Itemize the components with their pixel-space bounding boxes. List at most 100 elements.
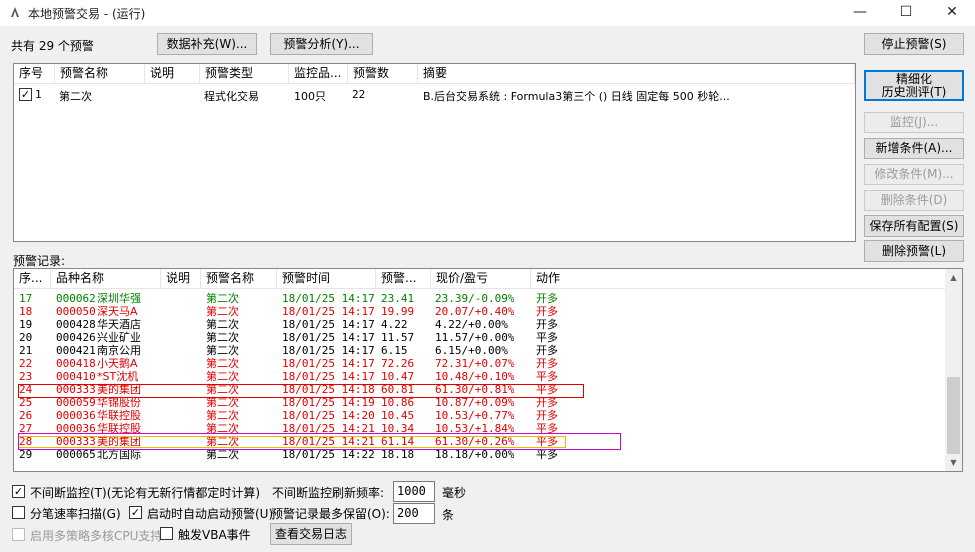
- record-id: 19: [19, 318, 33, 331]
- window-title: 本地预警交易 - (运行): [28, 7, 146, 21]
- alert-col-desc[interactable]: 说明: [145, 64, 200, 84]
- records-list-header: 序... 品种名称 说明 预警名称 预警时间 预警... 现价/盈亏 动作: [14, 269, 945, 289]
- scroll-down-icon[interactable]: ▼: [945, 454, 962, 471]
- alert-analysis-button[interactable]: 预警分析(Y)...: [270, 33, 373, 55]
- record-price: 72.26: [381, 357, 415, 370]
- record-alert: 第二次: [206, 331, 239, 344]
- record-pnl: 10.48/+0.10%: [435, 370, 515, 383]
- record-code: 000418: [56, 357, 96, 370]
- record-id: 20: [19, 331, 33, 344]
- alert-col-count[interactable]: 预警数: [348, 64, 418, 84]
- rec-col-alert[interactable]: 预警名称: [201, 269, 277, 289]
- record-row[interactable]: 17 000062 深圳华强 第二次 18/01/25 14:17 23.41 23.39/…: [14, 292, 931, 305]
- alert-row-id: 1: [35, 88, 42, 101]
- rec-col-desc[interactable]: 说明: [161, 269, 201, 289]
- records-scrollbar[interactable]: ▲ ▼: [945, 269, 962, 471]
- record-id: 18: [19, 305, 33, 318]
- record-code: 000036: [56, 409, 96, 422]
- alert-row-checkbox[interactable]: ✓: [19, 88, 32, 101]
- rec-col-pnl[interactable]: 现价/盈亏: [431, 269, 531, 289]
- rec-col-time[interactable]: 预警时间: [277, 269, 376, 289]
- record-alert: 第二次: [206, 370, 239, 383]
- rec-col-name[interactable]: 品种名称: [51, 269, 161, 289]
- alert-row[interactable]: ✓ 1 第二次 程式化交易 100只 22 B.后台交易系统 : Formula…: [14, 85, 855, 104]
- multicore-checkbox[interactable]: [12, 528, 25, 541]
- record-row[interactable]: 23 000410 *ST沈机 第二次 18/01/25 14:17 10.47 10.48…: [14, 370, 931, 383]
- continuous-monitor-label[interactable]: 不间断监控(T)(无论有无新行情都定时计算): [30, 484, 260, 501]
- record-pnl: 6.15/+0.00%: [435, 344, 508, 357]
- keep-records-input[interactable]: 200: [393, 503, 435, 524]
- record-code: 000062: [56, 292, 96, 305]
- scroll-up-icon[interactable]: ▲: [945, 269, 962, 286]
- auto-start-label[interactable]: 启动时自动启动预警(U): [147, 505, 273, 522]
- record-pnl: 23.39/-0.09%: [435, 292, 515, 305]
- refined-backtest-line2: 历史测评(T): [881, 85, 947, 99]
- record-name: *ST沈机: [97, 370, 139, 383]
- record-time: 18/01/25 14:17: [282, 318, 375, 331]
- tick-scan-label[interactable]: 分笔速率扫描(G): [30, 505, 121, 522]
- alert-row-name: 第二次: [59, 90, 92, 103]
- refresh-rate-input[interactable]: 1000: [393, 481, 435, 502]
- edit-condition-button[interactable]: 修改条件(M)...: [864, 164, 964, 185]
- alert-col-summary[interactable]: 摘要: [418, 64, 855, 84]
- continuous-monitor-checkbox[interactable]: ✓: [12, 485, 25, 498]
- highlight-box-magenta: [18, 433, 621, 450]
- alert-col-name[interactable]: 预警名称: [55, 64, 145, 84]
- alert-col-id[interactable]: 序号: [14, 64, 55, 84]
- multicore-label[interactable]: 启用多策略多核CPU支持: [30, 527, 162, 544]
- rec-col-action[interactable]: 动作: [531, 269, 947, 289]
- data-supplement-button[interactable]: 数据补充(W)...: [157, 33, 257, 55]
- save-all-config-button[interactable]: 保存所有配置(S): [864, 215, 964, 237]
- record-row[interactable]: 18 000050 深天马A 第二次 18/01/25 14:17 19.99 20.07/…: [14, 305, 931, 318]
- scrollbar-thumb[interactable]: [947, 377, 960, 454]
- record-row[interactable]: 26 000036 华联控股 第二次 18/01/25 14:20 10.45 10.53/…: [14, 409, 931, 422]
- minimize-button[interactable]: —: [837, 0, 883, 26]
- record-name: 深天马A: [97, 305, 138, 318]
- record-time: 18/01/25 14:17: [282, 370, 375, 383]
- stop-alert-button[interactable]: 停止预警(S): [864, 33, 964, 55]
- refresh-rate-label: 不间断监控刷新频率:: [272, 486, 385, 500]
- record-pnl: 10.53/+0.77%: [435, 409, 515, 422]
- alert-row-monitor: 100只: [294, 90, 326, 103]
- record-code: 000050: [56, 305, 96, 318]
- alert-col-type[interactable]: 预警类型: [200, 64, 289, 84]
- record-price: 10.47: [381, 370, 415, 383]
- refined-backtest-button[interactable]: 精细化 历史测评(T): [864, 70, 964, 101]
- record-name: 华天酒店: [97, 318, 141, 331]
- record-price: 4.22: [381, 318, 408, 331]
- auto-start-checkbox[interactable]: ✓: [129, 506, 142, 519]
- vba-event-label[interactable]: 触发VBA事件: [178, 526, 251, 543]
- delete-alert-button[interactable]: 删除预警(L): [864, 240, 964, 262]
- record-pnl: 72.31/+0.07%: [435, 357, 515, 370]
- add-condition-button[interactable]: 新增条件(A)...: [864, 138, 964, 159]
- tick-scan-checkbox[interactable]: [12, 506, 25, 519]
- delete-condition-button[interactable]: 删除条件(D): [864, 190, 964, 211]
- records-list[interactable]: 序... 品种名称 说明 预警名称 预警时间 预警... 现价/盈亏 动作 17…: [13, 268, 963, 472]
- monitor-button[interactable]: 监控(J)...: [864, 112, 964, 133]
- record-row[interactable]: 22 000418 小天鹅A 第二次 18/01/25 14:17 72.26 72.31/…: [14, 357, 931, 370]
- record-row[interactable]: 21 000421 南京公用 第二次 18/01/25 14:17 6.15 6.15/+0…: [14, 344, 931, 357]
- record-action: 开多: [536, 318, 558, 331]
- record-row[interactable]: 19 000428 华天酒店 第二次 18/01/25 14:17 4.22 4.22/+0…: [14, 318, 931, 331]
- record-action: 开多: [536, 409, 558, 422]
- record-action: 开多: [536, 344, 558, 357]
- record-alert: 第二次: [206, 318, 239, 331]
- alert-count-label: 共有 29 个预警: [11, 39, 94, 53]
- record-alert: 第二次: [206, 409, 239, 422]
- alert-list[interactable]: 序号 预警名称 说明 预警类型 监控品... 预警数 摘要 ✓ 1 第二次 程式…: [13, 63, 856, 242]
- alert-col-monitor[interactable]: 监控品...: [289, 64, 348, 84]
- record-action: 平多: [536, 331, 558, 344]
- record-name: 华联控股: [97, 409, 141, 422]
- rec-col-price[interactable]: 预警...: [376, 269, 431, 289]
- rec-col-id[interactable]: 序...: [14, 269, 51, 289]
- vba-event-checkbox[interactable]: [160, 527, 173, 540]
- record-time: 18/01/25 14:20: [282, 409, 375, 422]
- record-alert: 第二次: [206, 344, 239, 357]
- view-trade-log-button[interactable]: 查看交易日志: [270, 523, 352, 545]
- maximize-button[interactable]: ☐: [883, 0, 929, 26]
- record-id: 17: [19, 292, 33, 305]
- record-pnl: 4.22/+0.00%: [435, 318, 508, 331]
- alert-row-summary: B.后台交易系统 : Formula3第三个 () 日线 固定每 500 秒轮.…: [423, 90, 730, 103]
- record-row[interactable]: 20 000426 兴业矿业 第二次 18/01/25 14:17 11.57 11.57/…: [14, 331, 931, 344]
- close-button[interactable]: ✕: [929, 0, 975, 26]
